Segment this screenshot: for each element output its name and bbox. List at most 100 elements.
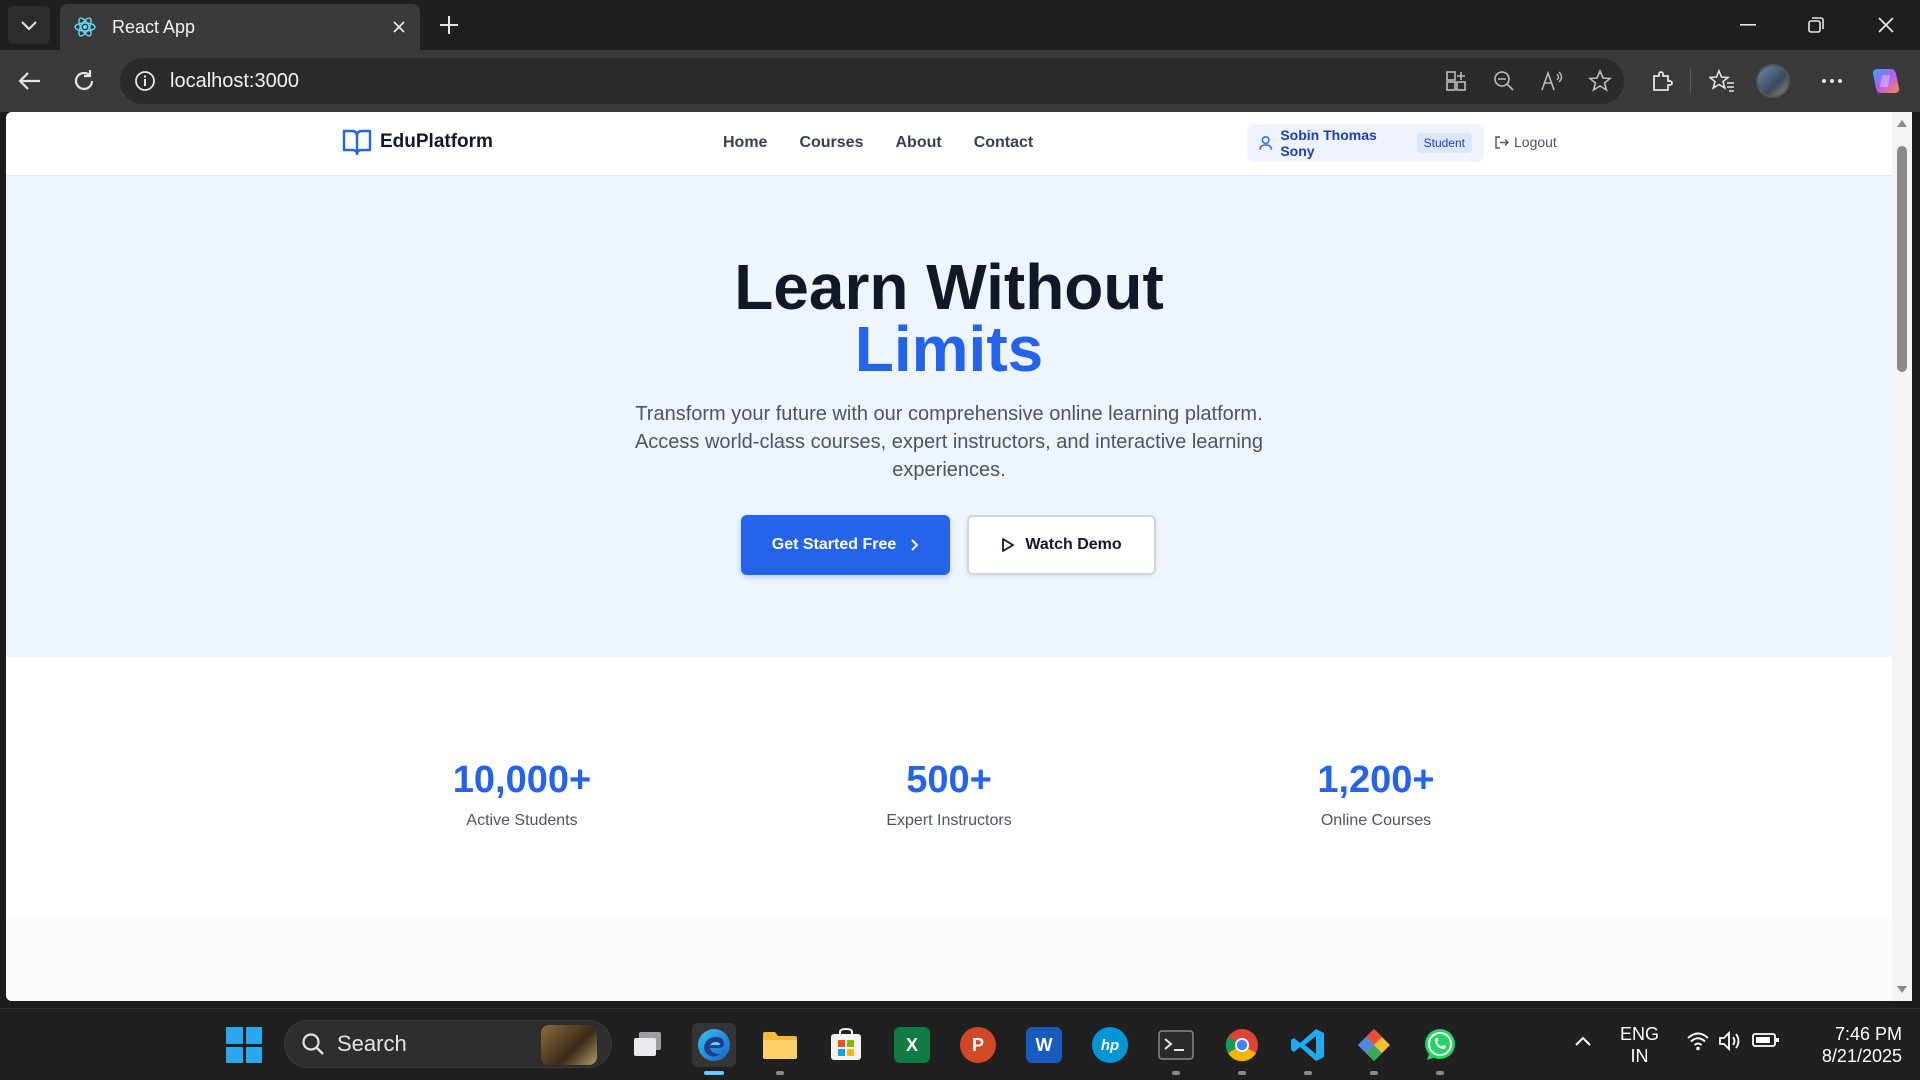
scroll-down-arrow-icon[interactable] bbox=[1896, 985, 1908, 995]
next-section bbox=[6, 919, 1892, 1001]
hero-section: Learn Without Limits Transform your futu… bbox=[6, 176, 1892, 657]
nav-about[interactable]: About bbox=[895, 134, 941, 152]
minimize-button[interactable] bbox=[1720, 0, 1776, 50]
site-info-icon[interactable] bbox=[134, 70, 156, 92]
favorite-star-icon[interactable] bbox=[1582, 66, 1618, 96]
zoom-out-icon[interactable] bbox=[1486, 66, 1522, 96]
extensions-button[interactable] bbox=[1642, 62, 1682, 100]
restore-icon bbox=[1808, 17, 1824, 33]
page-scrollbar[interactable] bbox=[1892, 112, 1912, 1001]
taskbar-whatsapp[interactable] bbox=[1418, 1023, 1462, 1075]
search-label: Search bbox=[337, 1031, 407, 1056]
site-header: EduPlatform Home Courses About Contact S… bbox=[6, 112, 1892, 176]
hero-subtitle: Transform your future with our comprehen… bbox=[634, 403, 1264, 481]
word-icon: W bbox=[1026, 1027, 1062, 1063]
taskbar-edge[interactable] bbox=[692, 1023, 736, 1075]
get-started-label: Get Started Free bbox=[771, 536, 897, 553]
taskbar-search-box[interactable]: Search bbox=[284, 1020, 612, 1068]
address-bar[interactable]: localhost:3000 bbox=[120, 58, 1624, 104]
show-hidden-icons-button[interactable] bbox=[1574, 1031, 1592, 1052]
taskbar-word[interactable]: W bbox=[1022, 1023, 1066, 1067]
scroll-up-arrow-icon[interactable] bbox=[1896, 118, 1908, 128]
close-icon bbox=[1878, 17, 1894, 33]
tab-actions-menu-button[interactable] bbox=[8, 6, 50, 44]
edge-icon bbox=[698, 1029, 730, 1061]
hp-icon: hp bbox=[1092, 1027, 1128, 1063]
url-text[interactable]: localhost:3000 bbox=[170, 70, 299, 93]
scrollbar-thumb[interactable] bbox=[1897, 146, 1907, 372]
running-app-indicator bbox=[1436, 1071, 1444, 1075]
search-icon bbox=[302, 1033, 324, 1055]
tab-title: React App bbox=[112, 16, 196, 37]
taskbar-git-client[interactable] bbox=[1352, 1023, 1396, 1075]
page-viewport: EduPlatform Home Courses About Contact S… bbox=[6, 112, 1892, 1001]
running-app-indicator bbox=[776, 1071, 784, 1075]
browser-tab-active[interactable]: React App bbox=[60, 4, 420, 50]
taskbar-hp[interactable]: hp bbox=[1088, 1023, 1132, 1067]
minimize-icon bbox=[1740, 24, 1756, 26]
profile-avatar[interactable] bbox=[1756, 64, 1790, 98]
battery-icon[interactable] bbox=[1752, 1032, 1780, 1053]
chevron-down-icon bbox=[21, 21, 37, 31]
more-dots-icon bbox=[1822, 79, 1842, 83]
close-tab-icon[interactable] bbox=[392, 20, 406, 34]
vscode-icon bbox=[1291, 1029, 1324, 1061]
brand-logo-link[interactable]: EduPlatform bbox=[342, 128, 493, 156]
open-book-icon bbox=[342, 129, 372, 156]
taskbar-task-view[interactable] bbox=[626, 1023, 670, 1067]
user-role-badge: Student bbox=[1416, 133, 1472, 153]
taskbar-powerpoint[interactable]: P bbox=[956, 1023, 1000, 1067]
stat-value: 1,200+ bbox=[1317, 759, 1435, 801]
taskbar-clock[interactable]: 7:46 PM 8/21/2025 bbox=[1798, 1023, 1902, 1067]
excel-icon: X bbox=[894, 1027, 930, 1063]
stat-courses: 1,200+ Online Courses bbox=[1226, 759, 1526, 830]
windows-logo-icon bbox=[226, 1027, 243, 1044]
back-button[interactable] bbox=[10, 62, 50, 100]
nav-contact[interactable]: Contact bbox=[974, 134, 1034, 152]
play-icon bbox=[1002, 538, 1015, 552]
watch-demo-button[interactable]: Watch Demo bbox=[967, 515, 1156, 575]
copilot-button[interactable] bbox=[1866, 62, 1906, 100]
stat-instructors: 500+ Expert Instructors bbox=[799, 759, 1099, 830]
nav-home[interactable]: Home bbox=[723, 134, 767, 152]
read-aloud-icon[interactable] bbox=[1534, 66, 1570, 96]
close-window-button[interactable] bbox=[1858, 0, 1914, 50]
stats-section: 10,000+ Active Students 500+ Expert Inst… bbox=[6, 657, 1892, 919]
taskbar-microsoft-store[interactable] bbox=[824, 1023, 868, 1067]
user-icon bbox=[1259, 136, 1273, 150]
chrome-icon bbox=[1225, 1029, 1258, 1062]
running-app-indicator bbox=[1172, 1071, 1180, 1075]
taskbar-file-explorer[interactable] bbox=[758, 1023, 802, 1075]
get-started-button[interactable]: Get Started Free bbox=[741, 515, 950, 575]
taskbar-excel[interactable]: X bbox=[890, 1023, 934, 1067]
folder-icon bbox=[763, 1032, 797, 1059]
running-app-indicator bbox=[1370, 1071, 1378, 1075]
browser-toolbar: localhost:3000 bbox=[0, 50, 1920, 112]
input-language-indicator[interactable]: ENG IN bbox=[1620, 1023, 1659, 1067]
new-tab-button[interactable] bbox=[432, 8, 466, 42]
search-highlight-image bbox=[541, 1025, 597, 1065]
taskbar-chrome[interactable] bbox=[1220, 1023, 1264, 1075]
back-arrow-icon bbox=[18, 72, 40, 90]
volume-icon[interactable] bbox=[1718, 1030, 1742, 1056]
favorites-button[interactable] bbox=[1702, 62, 1742, 100]
refresh-button[interactable] bbox=[64, 62, 104, 100]
settings-more-button[interactable] bbox=[1812, 62, 1852, 100]
nav-courses[interactable]: Courses bbox=[799, 134, 863, 152]
plus-icon bbox=[440, 16, 458, 34]
app-available-icon[interactable] bbox=[1438, 66, 1474, 96]
stat-value: 10,000+ bbox=[452, 759, 592, 801]
user-profile-chip[interactable]: Sobin Thomas Sony Student bbox=[1247, 124, 1484, 162]
store-icon bbox=[831, 1028, 861, 1060]
react-logo-icon bbox=[74, 17, 96, 37]
powerpoint-icon: P bbox=[960, 1027, 996, 1063]
stat-label: Active Students bbox=[466, 812, 578, 829]
taskbar-terminal[interactable] bbox=[1154, 1023, 1198, 1075]
restore-button[interactable] bbox=[1788, 0, 1844, 50]
wifi-icon[interactable] bbox=[1686, 1031, 1710, 1056]
logout-button[interactable]: Logout bbox=[1494, 134, 1557, 150]
whatsapp-icon bbox=[1425, 1029, 1455, 1060]
taskbar-vscode[interactable] bbox=[1286, 1023, 1330, 1075]
start-button[interactable] bbox=[226, 1027, 262, 1063]
chevron-up-icon bbox=[1575, 1036, 1591, 1046]
